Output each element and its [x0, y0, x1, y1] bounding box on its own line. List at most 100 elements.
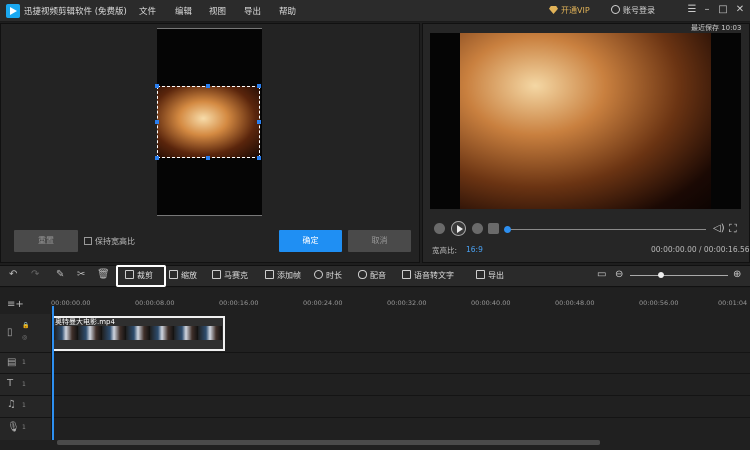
mute-icon[interactable]: ◎ — [22, 334, 27, 341]
mosaic-icon — [212, 270, 221, 279]
mosaic-tool[interactable]: 马赛克 — [212, 270, 248, 281]
crop-handle-top-right[interactable] — [257, 84, 261, 88]
menu-icon[interactable]: ☰ — [685, 3, 699, 17]
menu-file[interactable]: 文件 — [139, 5, 156, 17]
crop-handle-left[interactable] — [155, 120, 159, 124]
reset-button[interactable]: 重置 — [14, 230, 78, 252]
ruler-tick: 00:00:16.00 — [219, 299, 259, 307]
menu-edit[interactable]: 编辑 — [175, 5, 192, 17]
maximize-icon[interactable]: □ — [716, 3, 730, 17]
seek-knob[interactable] — [504, 226, 511, 233]
ruler-tick: 00:00:40.00 — [471, 299, 511, 307]
pip-track-icon: ▤ — [7, 357, 17, 368]
duration-label: 时长 — [326, 271, 342, 280]
track-number: 1 — [22, 381, 26, 388]
aspect-ratio-value[interactable]: 16:9 — [466, 245, 483, 254]
speech-to-text-icon — [402, 270, 411, 279]
text-track-icon: T — [7, 378, 14, 389]
ruler-tick: 00:01:04 — [718, 299, 748, 307]
ruler-tick: 00:00:56.00 — [639, 299, 679, 307]
user-icon — [611, 5, 620, 14]
previous-frame-icon[interactable] — [434, 223, 445, 234]
vip-label: 开通VIP — [561, 6, 590, 15]
clock-icon — [314, 270, 323, 279]
crop-tool[interactable]: 裁剪 — [125, 270, 153, 281]
freeze-frame-tool[interactable]: 添加帧 — [265, 270, 301, 281]
track-separator — [0, 417, 750, 418]
mosaic-tool-label: 马赛克 — [224, 271, 248, 280]
timeline-zoom-knob[interactable] — [658, 272, 664, 278]
lock-icon[interactable]: 🔒 — [22, 322, 29, 329]
crop-handle-top-left[interactable] — [155, 84, 159, 88]
video-track-icon: ▯ — [7, 327, 13, 338]
menu-export[interactable]: 导出 — [244, 5, 261, 17]
crop-handle-bottom[interactable] — [206, 156, 210, 160]
cancel-button[interactable]: 取消 — [348, 230, 411, 252]
track-number: 1 — [22, 424, 26, 431]
menu-view[interactable]: 视图 — [209, 5, 226, 17]
confirm-button[interactable]: 确定 — [279, 230, 342, 252]
volume-icon[interactable]: ◁) — [713, 223, 725, 234]
crop-handle-right[interactable] — [257, 120, 261, 124]
zoom-tool[interactable]: 缩放 — [169, 270, 197, 281]
crop-icon — [125, 270, 134, 279]
track-separator — [0, 352, 750, 353]
preview-frame-image — [460, 33, 711, 209]
fit-timeline-icon[interactable]: ▭ — [597, 269, 606, 280]
time-readout: 00:00:00.00 / 00:00:16.56 — [651, 245, 750, 254]
speech-to-text-label: 语音转文字 — [414, 271, 454, 280]
vip-button[interactable]: 开通VIP — [549, 5, 590, 16]
ruler-tick: 00:00:32.00 — [387, 299, 427, 307]
play-button[interactable] — [451, 221, 466, 236]
speech-to-text-tool[interactable]: 语音转文字 — [402, 270, 454, 281]
clip-thumbnails — [54, 326, 222, 340]
playhead[interactable] — [52, 306, 54, 440]
music-icon: ♫ — [7, 399, 16, 410]
crop-handle-bottom-right[interactable] — [257, 156, 261, 160]
microphone-icon — [358, 270, 367, 279]
microphone-track-icon: 🎙 — [7, 422, 20, 433]
timeline-scrollbar[interactable] — [57, 440, 600, 445]
ruler-tick: 00:00:08.00 — [135, 299, 175, 307]
fullscreen-icon[interactable]: ⛶ — [729, 222, 737, 236]
minimize-icon[interactable]: – — [700, 3, 714, 17]
zoom-out-icon[interactable]: ⊖ — [615, 269, 623, 280]
track-separator — [0, 373, 750, 374]
stop-icon[interactable] — [488, 223, 499, 234]
dub-label: 配音 — [370, 271, 386, 280]
menu-help[interactable]: 帮助 — [279, 5, 296, 17]
zoom-icon — [169, 270, 178, 279]
checkbox-icon — [84, 237, 92, 245]
freeze-frame-label: 添加帧 — [277, 271, 301, 280]
timeline-zoom-slider[interactable] — [630, 275, 728, 276]
ruler-tick: 00:00:48.00 — [555, 299, 595, 307]
export-label: 导出 — [488, 271, 504, 280]
edit-pen-icon[interactable]: ✎ — [56, 269, 64, 280]
add-track-icon[interactable]: ≡+ — [7, 299, 24, 310]
close-icon[interactable]: ✕ — [733, 3, 747, 17]
track-number: 1 — [22, 402, 26, 409]
export-tool[interactable]: 导出 — [476, 270, 504, 281]
aspect-ratio-label: 宽高比: — [432, 246, 458, 255]
app-logo-icon — [6, 4, 20, 18]
split-icon[interactable]: ✂ — [77, 269, 85, 280]
redo-icon[interactable]: ↷ — [31, 269, 39, 280]
login-label: 账号登录 — [623, 6, 655, 15]
zoom-tool-label: 缩放 — [181, 271, 197, 280]
app-title: 迅捷视频剪辑软件 (免费版) — [24, 7, 127, 17]
duration-tool[interactable]: 时长 — [314, 270, 342, 281]
next-frame-icon[interactable] — [472, 223, 483, 234]
diamond-icon — [549, 6, 558, 14]
zoom-in-icon[interactable]: ⊕ — [733, 269, 741, 280]
delete-icon[interactable]: 🗑 — [97, 269, 110, 280]
undo-icon[interactable]: ↶ — [9, 269, 17, 280]
seek-bar[interactable] — [506, 229, 706, 230]
login-button[interactable]: 账号登录 — [611, 5, 655, 16]
crop-tool-label: 裁剪 — [137, 271, 153, 280]
export-icon — [476, 270, 485, 279]
dub-tool[interactable]: 配音 — [358, 270, 386, 281]
crop-handle-top[interactable] — [206, 84, 210, 88]
keep-ratio-checkbox[interactable]: 保持宽高比 — [84, 236, 135, 247]
crop-handle-bottom-left[interactable] — [155, 156, 159, 160]
crop-selection-box[interactable] — [157, 86, 260, 158]
